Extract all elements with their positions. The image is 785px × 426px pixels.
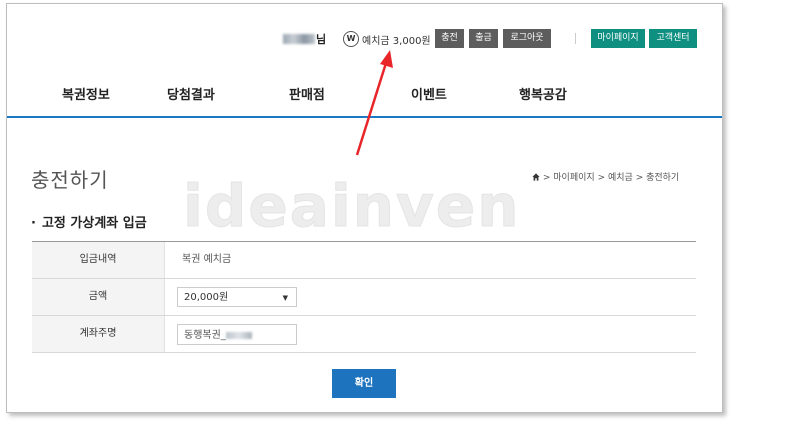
annotation-arrow [355,50,393,156]
